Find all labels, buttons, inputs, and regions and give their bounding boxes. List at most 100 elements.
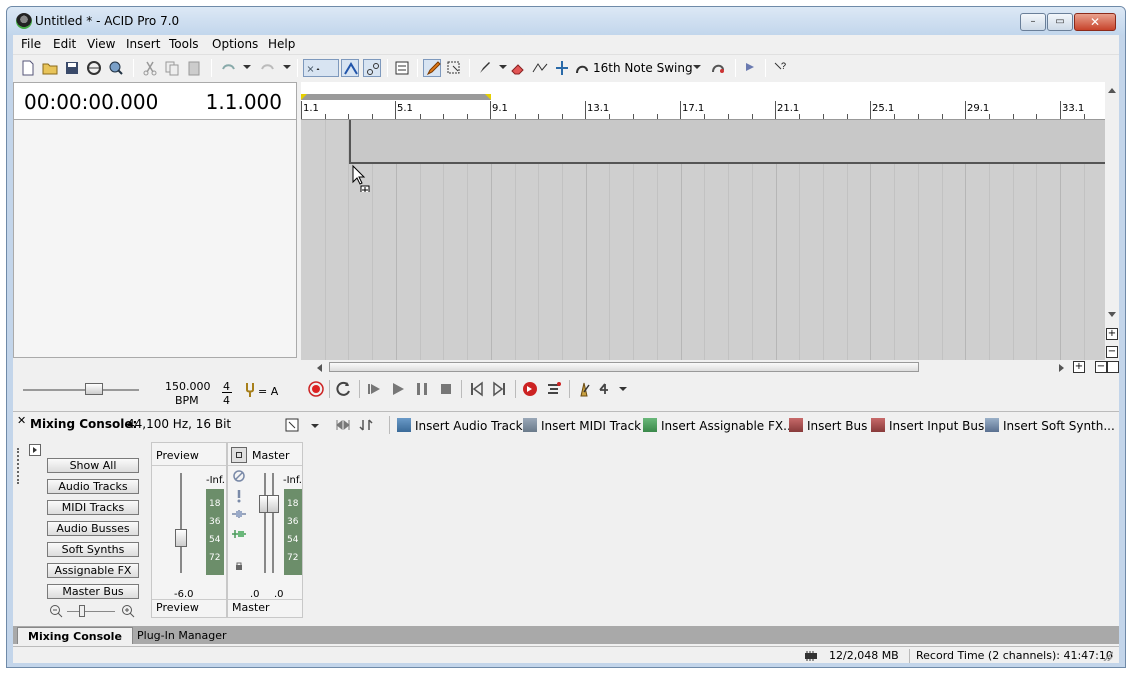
zoom-tool-icon[interactable] bbox=[1107, 361, 1119, 373]
insert-audio-track-button[interactable]: Insert Audio Track bbox=[397, 418, 523, 433]
go-to-start-icon[interactable] bbox=[467, 380, 485, 398]
zoom-slider-thumb[interactable] bbox=[79, 605, 85, 617]
horizontal-scrollbar[interactable]: + − bbox=[301, 360, 1119, 374]
zoom-in-icon[interactable] bbox=[121, 604, 135, 618]
properties-icon[interactable] bbox=[107, 59, 125, 77]
loop-region-bar[interactable] bbox=[301, 94, 491, 100]
pause-icon[interactable] bbox=[413, 380, 431, 398]
redo-dropdown-icon[interactable] bbox=[283, 65, 291, 69]
snap-grid-button[interactable] bbox=[303, 59, 339, 77]
undo-dropdown-icon[interactable] bbox=[243, 65, 251, 69]
play-from-start-icon[interactable] bbox=[365, 380, 383, 398]
selection-tool-icon[interactable] bbox=[445, 59, 463, 77]
insert-midi-track-button[interactable]: Insert MIDI Track bbox=[523, 418, 641, 433]
envelope-tool-icon[interactable] bbox=[531, 59, 549, 77]
zoom-in-vertical-icon[interactable]: + bbox=[1106, 328, 1118, 340]
groove-pool-icon[interactable] bbox=[709, 59, 727, 77]
scroll-up-icon[interactable] bbox=[1108, 88, 1116, 93]
tempo-slider-thumb[interactable] bbox=[85, 383, 103, 395]
open-folder-icon[interactable] bbox=[41, 59, 59, 77]
media-icon[interactable] bbox=[741, 59, 759, 77]
maximize-button[interactable]: ▭ bbox=[1047, 13, 1073, 31]
zoom-out-horizontal-icon[interactable]: − bbox=[1095, 361, 1107, 373]
beat-ruler[interactable]: 1.1 5.1 9.1 13.1 17.1 21.1 25.1 29.1 33.… bbox=[301, 82, 1105, 120]
vertical-scrollbar[interactable]: + − bbox=[1105, 82, 1119, 360]
soft-synths-filter-button[interactable]: Soft Synths bbox=[47, 542, 139, 557]
play-icon[interactable] bbox=[389, 380, 407, 398]
insert-soft-synth-button[interactable]: Insert Soft Synth... bbox=[985, 418, 1115, 433]
ripple-edit-icon[interactable] bbox=[363, 59, 381, 77]
menu-file[interactable]: File bbox=[21, 37, 41, 51]
new-file-icon[interactable] bbox=[19, 59, 37, 77]
mute-icon[interactable] bbox=[232, 469, 246, 483]
preview-fader-knob[interactable] bbox=[175, 529, 187, 547]
paint-tool-icon[interactable] bbox=[475, 59, 493, 77]
record-icon[interactable] bbox=[307, 380, 325, 398]
save-icon[interactable] bbox=[63, 59, 81, 77]
insert-input-bus-button[interactable]: Insert Input Bus bbox=[871, 418, 984, 433]
menu-tools[interactable]: Tools bbox=[169, 37, 199, 51]
loop-playback-icon[interactable] bbox=[335, 380, 353, 398]
audio-tracks-filter-button[interactable]: Audio Tracks bbox=[47, 479, 139, 494]
zoom-slider-track[interactable] bbox=[67, 611, 115, 612]
menu-options[interactable]: Options bbox=[212, 37, 258, 51]
mixer-view-dropdown-icon[interactable] bbox=[311, 424, 319, 428]
zoom-out-vertical-icon[interactable]: − bbox=[1106, 346, 1118, 358]
transport-dropdown-icon[interactable] bbox=[619, 387, 627, 391]
mixer-view-icon[interactable] bbox=[285, 418, 299, 432]
menu-insert[interactable]: Insert bbox=[126, 37, 160, 51]
track-area[interactable] bbox=[301, 120, 1105, 360]
master-fx-button[interactable] bbox=[231, 447, 247, 463]
master-bus-filter-button[interactable]: Master Bus bbox=[47, 584, 139, 599]
cut-icon[interactable] bbox=[141, 59, 159, 77]
expand-panel-icon[interactable] bbox=[29, 444, 41, 456]
insert-assignable-fx-button[interactable]: Insert Assignable FX... bbox=[643, 418, 795, 433]
solo-icon[interactable] bbox=[232, 489, 246, 503]
close-mixer-icon[interactable]: ✕ bbox=[17, 414, 26, 427]
loop-end-marker[interactable] bbox=[485, 94, 491, 100]
auto-crossfade-icon[interactable] bbox=[341, 59, 359, 77]
zoom-out-icon[interactable] bbox=[49, 604, 63, 618]
master-fader-track-left[interactable] bbox=[264, 473, 266, 573]
close-button[interactable]: ✕ bbox=[1074, 13, 1116, 31]
insert-bus-button[interactable]: Insert Bus bbox=[789, 418, 867, 433]
narrow-strips-icon[interactable] bbox=[335, 418, 351, 432]
minimize-button[interactable]: – bbox=[1020, 13, 1046, 31]
preview-fader-track[interactable] bbox=[180, 473, 182, 573]
audio-busses-filter-button[interactable]: Audio Busses bbox=[47, 521, 139, 536]
time-signature-bottom[interactable]: 4 bbox=[223, 394, 230, 407]
drop-target-track[interactable] bbox=[349, 120, 1105, 164]
groove-select[interactable]: 16th Note Swing bbox=[593, 61, 693, 75]
count-in-icon[interactable] bbox=[597, 380, 615, 398]
arrange-icon[interactable] bbox=[545, 380, 563, 398]
draw-tool-icon[interactable] bbox=[423, 59, 441, 77]
meter-options-icon[interactable] bbox=[359, 418, 375, 432]
lock-icon[interactable] bbox=[234, 561, 244, 571]
show-all-button[interactable]: Show All bbox=[47, 458, 139, 473]
project-key[interactable]: = A bbox=[258, 385, 278, 398]
stop-icon[interactable] bbox=[437, 380, 455, 398]
groove-dropdown-icon[interactable] bbox=[693, 65, 701, 69]
fx-chain-icon[interactable] bbox=[230, 527, 248, 541]
timeline[interactable]: 1.1 5.1 9.1 13.1 17.1 21.1 25.1 29.1 33.… bbox=[301, 82, 1105, 360]
whats-this-help-icon[interactable]: ? bbox=[771, 59, 789, 77]
redo-icon[interactable] bbox=[259, 59, 277, 77]
tempo-bpm-value[interactable]: 150.000 bbox=[165, 380, 211, 393]
master-fader-track-right[interactable] bbox=[272, 473, 274, 573]
assignable-fx-filter-button[interactable]: Assignable FX bbox=[47, 563, 139, 578]
panel-grip[interactable] bbox=[17, 448, 21, 484]
tab-mixing-console[interactable]: Mixing Console bbox=[17, 627, 133, 644]
tab-plugin-manager[interactable]: Plug-In Manager bbox=[127, 627, 237, 644]
record-mode-icon[interactable] bbox=[521, 380, 539, 398]
scroll-left-icon[interactable] bbox=[317, 364, 322, 372]
master-fader-knob-right[interactable] bbox=[267, 495, 279, 513]
go-to-end-icon[interactable] bbox=[491, 380, 509, 398]
tempo-slider-track[interactable] bbox=[23, 389, 139, 391]
scroll-down-icon[interactable] bbox=[1108, 312, 1116, 317]
erase-tool-icon[interactable] bbox=[509, 59, 527, 77]
menu-edit[interactable]: Edit bbox=[53, 37, 76, 51]
track-layout-icon[interactable] bbox=[393, 59, 411, 77]
paste-icon[interactable] bbox=[185, 59, 203, 77]
zoom-in-horizontal-icon[interactable]: + bbox=[1073, 361, 1085, 373]
groove-icon[interactable] bbox=[573, 59, 591, 77]
